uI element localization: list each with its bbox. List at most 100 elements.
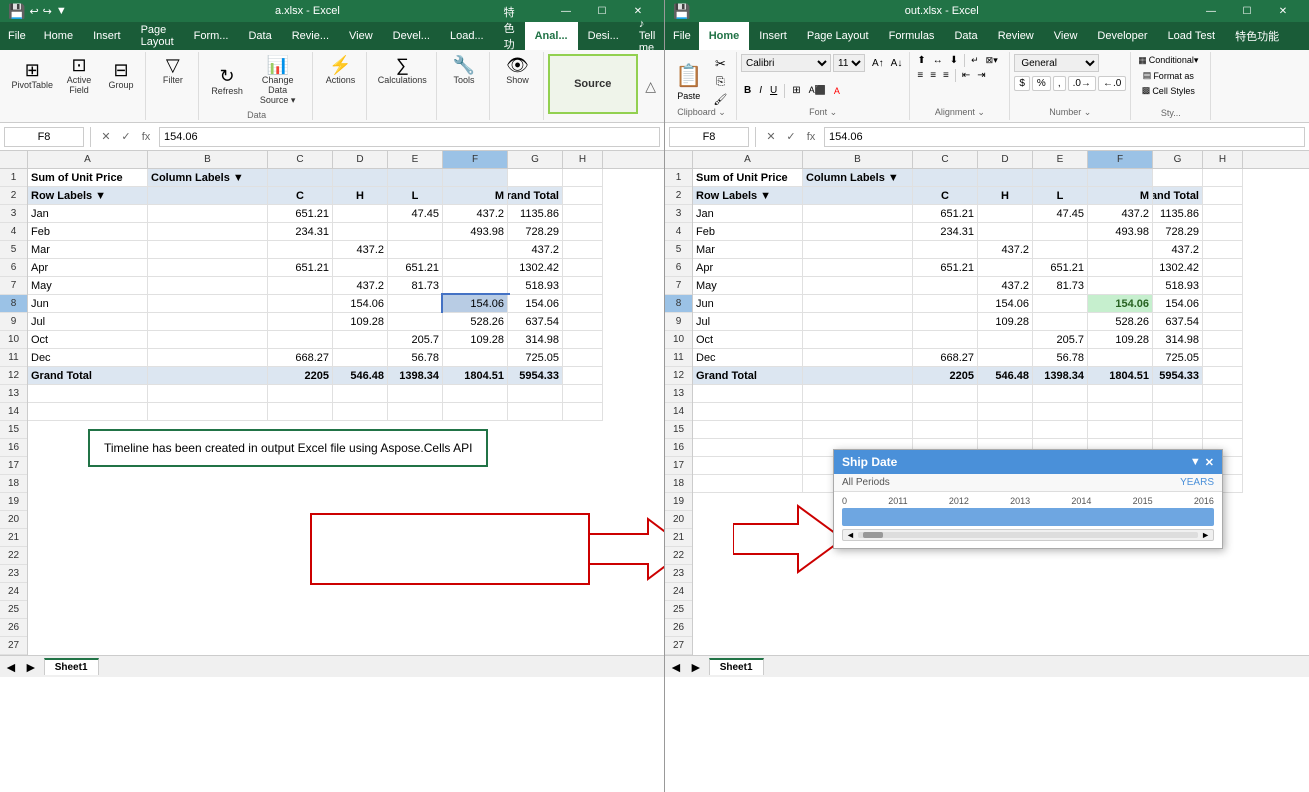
timeline-close-btn[interactable]: ✕ bbox=[1205, 456, 1214, 469]
right-col-g[interactable]: G bbox=[1153, 151, 1203, 168]
cell-g4[interactable]: 728.29 bbox=[508, 223, 563, 241]
right-row-10[interactable]: 10 bbox=[665, 331, 692, 349]
cell-f11[interactable] bbox=[443, 349, 508, 367]
right-row-25[interactable]: 25 bbox=[665, 601, 692, 619]
font-color-btn[interactable]: A bbox=[831, 85, 843, 97]
right-col-b[interactable]: B bbox=[803, 151, 913, 168]
right-col-a[interactable]: A bbox=[693, 151, 803, 168]
right-sheet-nav-right[interactable]: ► bbox=[689, 659, 703, 675]
row-num-7[interactable]: 7 bbox=[0, 277, 27, 295]
cell-e6[interactable]: 651.21 bbox=[388, 259, 443, 277]
filter-btn[interactable]: ▽ Filter bbox=[153, 54, 193, 87]
cell-a9[interactable]: Jul bbox=[28, 313, 148, 331]
cell-styles-btn[interactable]: ▩ Cell Styles bbox=[1135, 84, 1201, 97]
row-num-23[interactable]: 23 bbox=[0, 565, 27, 583]
right-tab-special[interactable]: 特色功能 bbox=[1225, 22, 1289, 50]
right-row-21[interactable]: 21 bbox=[665, 529, 692, 547]
row-num-15[interactable]: 15 bbox=[0, 421, 27, 439]
cell-d9[interactable]: 109.28 bbox=[333, 313, 388, 331]
cell-e11[interactable]: 56.78 bbox=[388, 349, 443, 367]
cell-g7[interactable]: 518.93 bbox=[508, 277, 563, 295]
cell-a7[interactable]: May bbox=[28, 277, 148, 295]
left-tab-tell[interactable]: ♪ Tell me bbox=[629, 22, 666, 50]
left-tab-review[interactable]: Revie... bbox=[282, 22, 339, 50]
cell-a6[interactable]: Apr bbox=[28, 259, 148, 277]
row-num-10[interactable]: 10 bbox=[0, 331, 27, 349]
cell-a8[interactable]: Jun bbox=[28, 295, 148, 313]
cell-h2[interactable] bbox=[563, 187, 603, 205]
right-row-23[interactable]: 23 bbox=[665, 565, 692, 583]
row-num-14[interactable]: 14 bbox=[0, 403, 27, 421]
cell-f10[interactable]: 109.28 bbox=[443, 331, 508, 349]
right-formula-input[interactable] bbox=[824, 127, 1305, 147]
cell-a5[interactable]: Mar bbox=[28, 241, 148, 259]
cell-e7[interactable]: 81.73 bbox=[388, 277, 443, 295]
cell-e2[interactable]: L bbox=[388, 187, 443, 205]
row-num-13[interactable]: 13 bbox=[0, 385, 27, 403]
left-tab-home[interactable]: Home bbox=[34, 22, 83, 50]
cell-c4[interactable]: 234.31 bbox=[268, 223, 333, 241]
right-row-3[interactable]: 3 bbox=[665, 205, 692, 223]
row-num-8[interactable]: 8 bbox=[0, 295, 27, 313]
cell-f8[interactable]: 154.06 bbox=[443, 295, 508, 313]
cell-b8[interactable] bbox=[148, 295, 268, 313]
right-col-c[interactable]: C bbox=[913, 151, 978, 168]
cell-c9[interactable] bbox=[268, 313, 333, 331]
right-col-f[interactable]: F bbox=[1088, 151, 1153, 168]
right-cell-a2[interactable]: Row Labels ▼ bbox=[693, 187, 803, 205]
cell-g8[interactable]: 154.06 bbox=[508, 295, 563, 313]
right-tab-formulas[interactable]: Formulas bbox=[879, 22, 945, 50]
right-cell-a6[interactable]: Apr bbox=[693, 259, 803, 277]
calculations-btn[interactable]: ∑ Calculations bbox=[374, 54, 431, 87]
indent-dec-btn[interactable]: ⇤ bbox=[959, 69, 973, 82]
right-cell-a8[interactable]: Jun bbox=[693, 295, 803, 313]
cell-g9[interactable]: 637.54 bbox=[508, 313, 563, 331]
left-tab-insert[interactable]: Insert bbox=[83, 22, 131, 50]
right-cell-ref[interactable] bbox=[669, 127, 749, 147]
scroll-left-btn[interactable]: ◄ bbox=[843, 530, 858, 540]
right-row-12[interactable]: 12 bbox=[665, 367, 692, 385]
row-num-2[interactable]: 2 bbox=[0, 187, 27, 205]
right-row-27[interactable]: 27 bbox=[665, 637, 692, 655]
currency-btn[interactable]: $ bbox=[1014, 76, 1030, 91]
cell-c12[interactable]: 2205 bbox=[268, 367, 333, 385]
cell-h6[interactable] bbox=[563, 259, 603, 277]
col-header-d[interactable]: D bbox=[333, 151, 388, 168]
cell-f1[interactable] bbox=[443, 169, 508, 187]
fill-color-btn[interactable]: A⬛ bbox=[806, 84, 829, 97]
cell-c8[interactable] bbox=[268, 295, 333, 313]
row-num-5[interactable]: 5 bbox=[0, 241, 27, 259]
cell-b1[interactable]: Column Labels ▼ bbox=[148, 169, 268, 187]
cell-f2[interactable]: M bbox=[443, 187, 508, 205]
refresh-btn[interactable]: ↻ Refresh bbox=[207, 54, 247, 108]
cell-d10[interactable] bbox=[333, 331, 388, 349]
left-formula-input[interactable] bbox=[159, 127, 660, 147]
cell-d4[interactable] bbox=[333, 223, 388, 241]
timeline-scrollbar[interactable]: ◄ ► bbox=[842, 529, 1214, 541]
cell-b4[interactable] bbox=[148, 223, 268, 241]
right-confirm-btn[interactable]: ✓ bbox=[782, 128, 800, 146]
scroll-thumb[interactable] bbox=[863, 532, 883, 538]
col-header-f[interactable]: F bbox=[443, 151, 508, 168]
cell-a2[interactable]: Row Labels ▼ bbox=[28, 187, 148, 205]
insert-function-btn[interactable]: fx bbox=[137, 128, 155, 146]
left-tab-dev[interactable]: Devel... bbox=[383, 22, 440, 50]
align-right-btn[interactable]: ≡ bbox=[940, 69, 952, 82]
left-tab-page[interactable]: Page Layout bbox=[131, 22, 184, 50]
cell-g11[interactable]: 725.05 bbox=[508, 349, 563, 367]
increase-size-btn[interactable]: A↑ bbox=[869, 57, 887, 70]
cell-b11[interactable] bbox=[148, 349, 268, 367]
group-btn[interactable]: ⊟ Group bbox=[101, 54, 141, 97]
right-row-24[interactable]: 24 bbox=[665, 583, 692, 601]
cell-c1[interactable] bbox=[268, 169, 333, 187]
cell-a11[interactable]: Dec bbox=[28, 349, 148, 367]
cell-d5[interactable]: 437.2 bbox=[333, 241, 388, 259]
right-row-11[interactable]: 11 bbox=[665, 349, 692, 367]
dec-decrease-btn[interactable]: ←.0 bbox=[1098, 76, 1126, 91]
cell-d7[interactable]: 437.2 bbox=[333, 277, 388, 295]
row-num-22[interactable]: 22 bbox=[0, 547, 27, 565]
cell-g6[interactable]: 1302.42 bbox=[508, 259, 563, 277]
right-tab-load[interactable]: Load Test bbox=[1158, 22, 1226, 50]
row-num-16[interactable]: 16 bbox=[0, 439, 27, 457]
cell-d6[interactable] bbox=[333, 259, 388, 277]
